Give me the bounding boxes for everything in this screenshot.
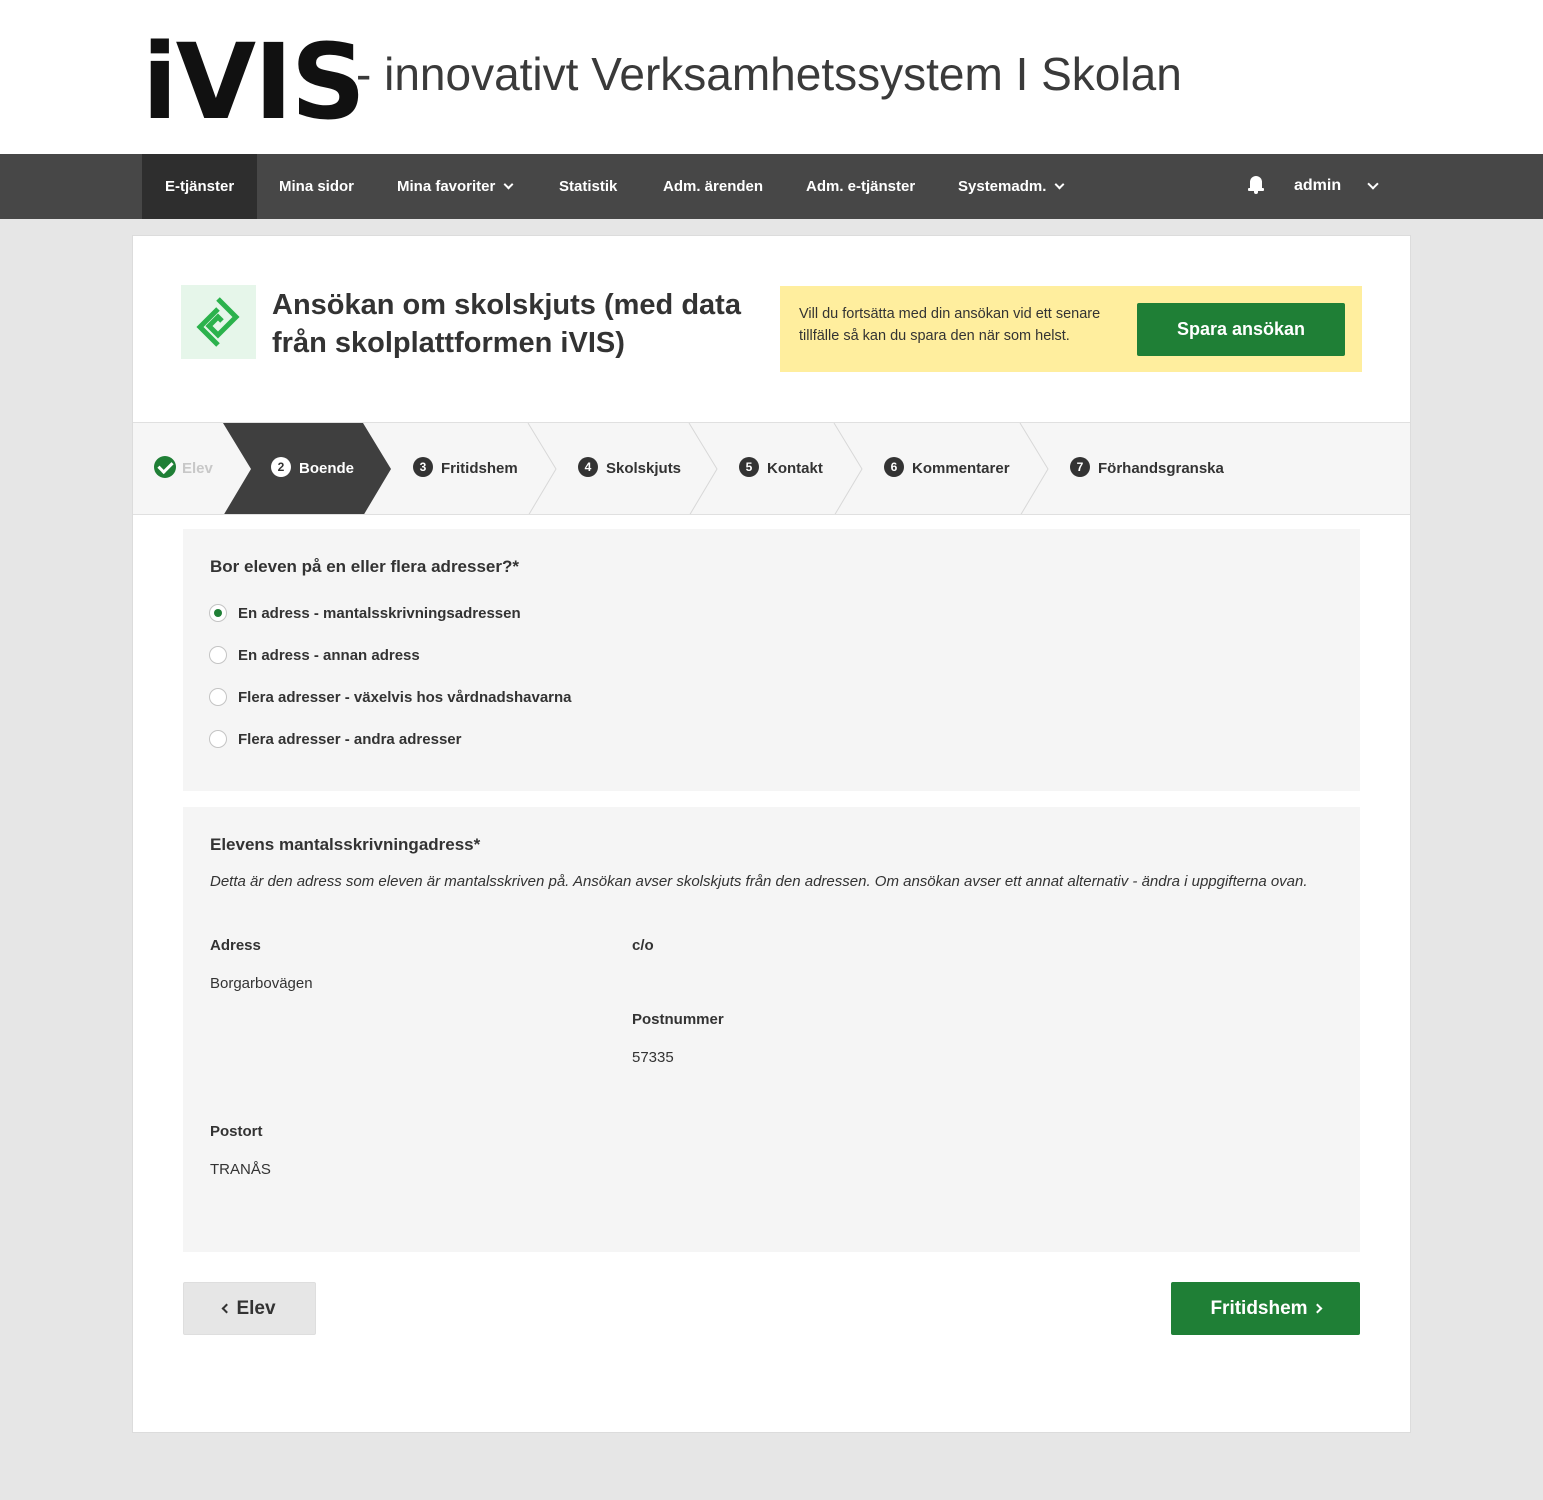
nav-item-label: Mina favoriter [397,178,496,195]
page-title: Ansökan om skolskjuts (med data från sko… [272,289,741,359]
save-notice: Vill du fortsätta med din ansökan vid et… [780,286,1362,372]
step-label: Skolskjuts [606,460,682,477]
nav-item-adm-arenden[interactable]: Adm. ärenden [640,154,786,219]
nav-item-label: Statistik [559,178,618,195]
postort-value: TRANÅS [210,1161,271,1178]
chevron-left-icon [222,1303,232,1314]
adress-value: Borgarbovägen [210,975,313,992]
address-title: Elevens mantalsskrivningadress* [210,835,481,854]
step-label: Förhandsgranska [1098,460,1224,477]
next-step-label: Fritidshem [1210,1298,1308,1319]
radio-label: Flera adresser - växelvis hos vårdnadsha… [238,688,572,706]
checkmark-icon [154,456,176,479]
radio-button[interactable] [209,604,227,622]
step-progress: Elev 2 Boende 3 Fritidshem 4 Skolskjuts 5 Ko… [133,422,1410,515]
radio-button[interactable] [209,646,227,664]
address-description: Detta är den adress som eleven är mantal… [210,873,1308,890]
save-notice-text: Vill du fortsätta med din ansökan vid et… [799,306,1101,344]
question-title: Bor eleven på en eller flera adresser?* [210,557,519,576]
radio-label: Flera adresser - andra adresser [238,730,462,748]
step-boende[interactable]: 2 Boende [271,423,354,514]
adress-label: Adress [210,937,261,954]
nav-item-label: Systemadm. [958,178,1047,195]
step-skolskjuts[interactable]: 4 Skolskjuts [578,423,681,514]
step-number: 2 [271,457,291,478]
radio-option-annan-adress[interactable]: En adress - annan adress [209,645,420,665]
nav-item-mina-favoriter[interactable]: Mina favoriter [374,154,535,219]
radio-option-andra-adresser[interactable]: Flera adresser - andra adresser [209,729,461,749]
chevron-right-icon [1312,1303,1323,1314]
step-number: 6 [884,457,904,478]
step-kontakt[interactable]: 5 Kontakt [739,423,823,514]
nav-item-statistik[interactable]: Statistik [536,154,640,219]
radio-button[interactable] [209,688,227,706]
postort-label: Postort [210,1123,263,1140]
step-number: 5 [739,457,759,478]
next-step-button[interactable]: Fritidshem [1171,1282,1360,1335]
nav-item-label: Adm. ärenden [663,178,764,195]
chevron-down-icon [1054,179,1065,190]
ivis-logo[interactable]: iVIS [142,30,366,134]
co-label: c/o [632,937,654,954]
address-panel: Elevens mantalsskrivningadress* Detta är… [183,807,1360,1252]
radio-label: En adress - mantalsskrivningsadressen [238,604,521,622]
step-elev[interactable]: Elev [154,423,213,514]
step-label: Kommentarer [912,460,1010,477]
main-card: Ansökan om skolskjuts (med data från sko… [132,235,1411,1433]
step-number: 7 [1070,457,1090,478]
step-fritidshem[interactable]: 3 Fritidshem [413,423,518,514]
nav-item-label: Adm. e-tjänster [806,178,916,195]
nav-item-label: E-tjänster [165,178,235,195]
nav-item-e-tjanster[interactable]: E-tjänster [142,154,258,219]
previous-step-label: Elev [236,1298,276,1319]
radio-option-vaxelvis[interactable]: Flera adresser - växelvis hos vårdnadsha… [209,687,572,707]
step-kommentarer[interactable]: 6 Kommentarer [884,423,1010,514]
site-header: iVIS - innovativt Verksamhetssystem I Sk… [0,0,1543,154]
step-number: 3 [413,457,433,478]
radio-option-mantalsskrivningsadressen[interactable]: En adress - mantalsskrivningsadressen [209,603,521,623]
nav-item-mina-sidor[interactable]: Mina sidor [256,154,377,219]
site-tagline: - innovativt Verksamhetssystem I Skolan [356,48,1182,100]
step-label: Boende [299,460,355,477]
step-label: Kontakt [767,460,823,477]
residence-question-panel: Bor eleven på en eller flera adresser?* … [183,529,1360,791]
nav-item-label: Mina sidor [279,178,355,195]
nav-item-adm-e-tjanster[interactable]: Adm. e-tjänster [783,154,938,219]
step-number: 4 [578,457,598,478]
radio-label: En adress - annan adress [238,646,420,664]
user-menu[interactable]: admin [1294,154,1341,219]
previous-step-button[interactable]: Elev [183,1282,316,1335]
save-application-button[interactable]: Spara ansökan [1137,303,1345,356]
nav-item-systemadm[interactable]: Systemadm. [935,154,1086,219]
postnummer-label: Postnummer [632,1011,724,1028]
chevron-down-icon [503,179,514,190]
service-icon [181,285,256,359]
radio-button[interactable] [209,730,227,748]
bell-icon[interactable] [1248,176,1264,194]
step-label: Elev [182,460,213,477]
step-forhandsgranska[interactable]: 7 Förhandsgranska [1070,423,1224,514]
postnummer-value: 57335 [632,1049,674,1066]
step-label: Fritidshem [441,460,518,477]
